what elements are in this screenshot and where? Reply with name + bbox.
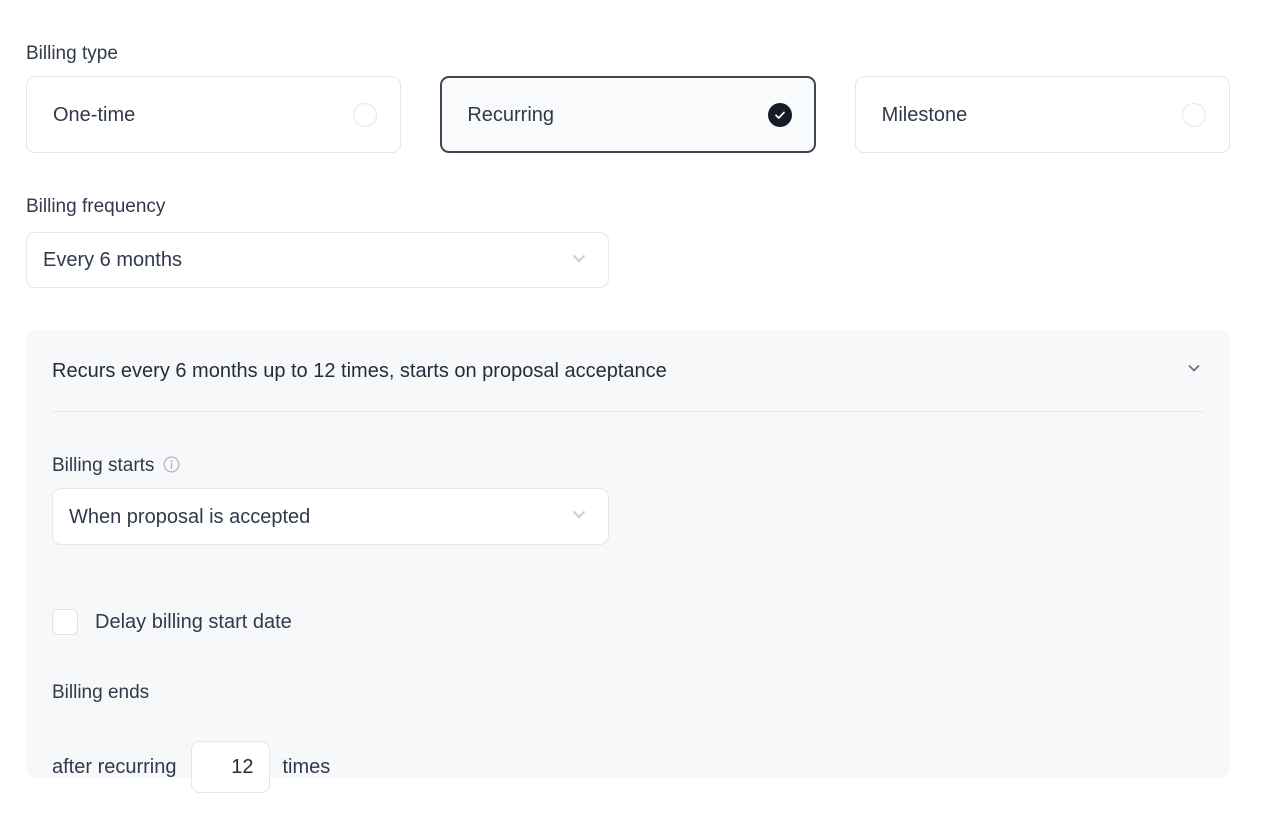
delay-billing-start-date-row[interactable]: Delay billing start date — [52, 609, 292, 635]
billing-type-option-label: Recurring — [467, 103, 555, 126]
radio-selected-check-icon[interactable] — [767, 102, 792, 127]
billing-type-option-label: One-time — [53, 103, 136, 126]
billing-settings-page: Billing type One-time Recurring Mileston… — [0, 0, 1262, 826]
billing-type-option-milestone[interactable]: Milestone — [854, 76, 1230, 153]
recurrence-count-input[interactable] — [190, 741, 270, 793]
radio-unselected-icon[interactable] — [353, 102, 378, 127]
radio-unselected-icon[interactable] — [1181, 102, 1206, 127]
info-icon[interactable] — [163, 456, 180, 478]
billing-frequency-select[interactable]: Every 6 months — [26, 232, 609, 288]
chevron-down-icon — [568, 247, 590, 274]
billing-starts-label: Billing starts — [52, 455, 155, 476]
recurrence-summary-text: Recurs every 6 months up to 12 times, st… — [52, 359, 667, 382]
billing-frequency-value: Every 6 months — [43, 249, 182, 271]
recurrence-summary-header[interactable]: Recurs every 6 months up to 12 times, st… — [26, 330, 1230, 411]
billing-type-option-one-time[interactable]: One-time — [26, 76, 402, 153]
delay-billing-start-date-checkbox[interactable] — [52, 609, 78, 635]
billing-ends-label: Billing ends — [52, 682, 150, 703]
delay-billing-start-date-label: Delay billing start date — [95, 611, 292, 633]
billing-type-options: One-time Recurring Milestone — [26, 76, 1230, 153]
billing-frequency-label: Billing frequency — [26, 196, 166, 217]
billing-ends-row: after recurring times — [52, 741, 330, 793]
billing-ends-prefix-text: after recurring — [52, 756, 177, 778]
billing-type-label: Billing type — [26, 43, 118, 64]
billing-type-option-recurring[interactable]: Recurring — [440, 76, 816, 153]
chevron-down-icon[interactable] — [1184, 358, 1204, 383]
billing-starts-value: When proposal is accepted — [69, 505, 311, 528]
billing-type-option-label: Milestone — [881, 103, 968, 126]
recurrence-panel-body: Billing starts When proposal is accepted — [52, 411, 1204, 793]
recurrence-panel: Recurs every 6 months up to 12 times, st… — [26, 330, 1230, 793]
billing-ends-suffix-text: times — [282, 756, 331, 778]
billing-starts-label-row: Billing starts — [52, 454, 180, 478]
billing-starts-select[interactable]: When proposal is accepted — [52, 488, 609, 545]
chevron-down-icon — [568, 503, 590, 530]
